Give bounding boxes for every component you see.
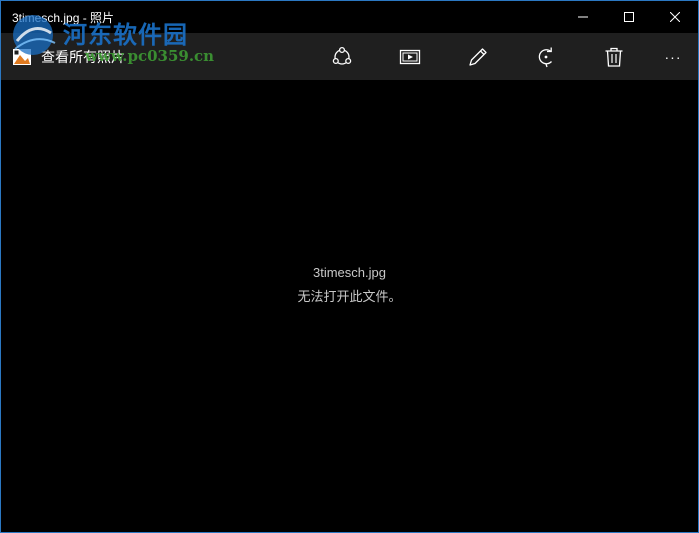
trash-icon: [605, 47, 623, 67]
minimize-icon: [578, 16, 588, 18]
edit-button[interactable]: [444, 33, 512, 80]
rotate-button[interactable]: [512, 33, 580, 80]
view-all-photos-label: 查看所有照片: [41, 49, 125, 65]
pencil-icon: [469, 47, 487, 66]
slideshow-icon: [399, 49, 421, 64]
close-icon: [670, 12, 680, 22]
file-name-text: 3timesch.jpg: [313, 265, 386, 280]
maximize-button[interactable]: [606, 1, 652, 33]
photos-app-window: 3timesch.jpg - 照片 查看所有照片 ··· 河东软件园 www.p…: [0, 0, 699, 533]
maximize-icon: [624, 12, 634, 22]
rotate-icon: [538, 47, 552, 67]
share-icon: [332, 46, 352, 65]
close-button[interactable]: [652, 1, 698, 33]
view-all-photos-button[interactable]: 查看所有照片: [11, 43, 125, 71]
slideshow-button[interactable]: [376, 33, 444, 80]
window-title: 3timesch.jpg - 照片: [12, 11, 115, 25]
minimize-button[interactable]: [560, 1, 606, 33]
command-bar: 查看所有照片 ···: [1, 33, 698, 80]
photo-toolbar: ···: [308, 33, 698, 80]
delete-button[interactable]: [580, 33, 648, 80]
title-bar[interactable]: 3timesch.jpg - 照片: [1, 1, 698, 33]
error-message-text: 无法打开此文件。: [297, 289, 402, 304]
more-button[interactable]: ···: [648, 33, 698, 80]
photos-collection-icon: [13, 49, 31, 65]
more-icon: ···: [664, 48, 682, 65]
photo-viewer-area: 3timesch.jpg 无法打开此文件。: [1, 80, 698, 532]
window-controls: [560, 1, 698, 33]
share-button[interactable]: [308, 33, 376, 80]
